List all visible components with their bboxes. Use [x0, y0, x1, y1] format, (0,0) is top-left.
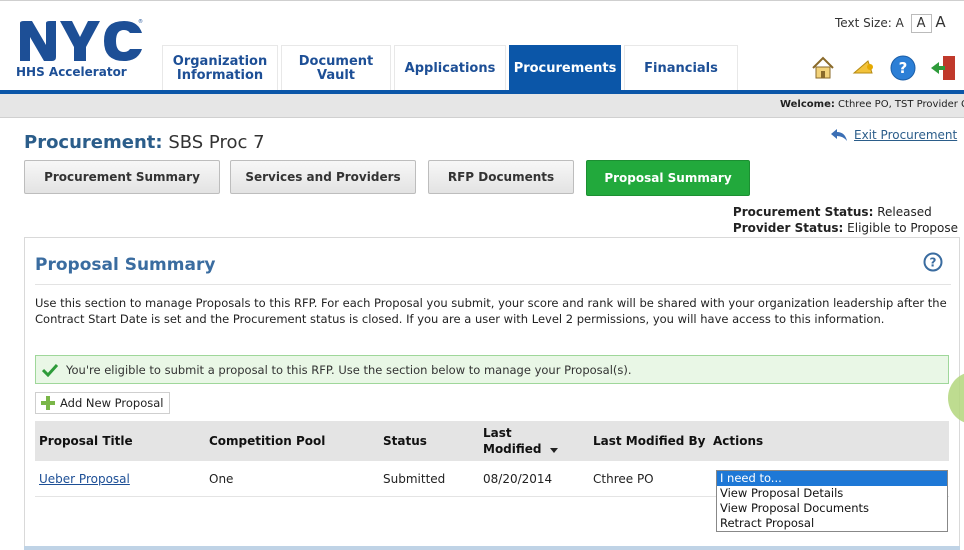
- welcome-label: Welcome:: [779, 99, 835, 110]
- provider-status-value: Eligible to Propose: [847, 221, 958, 235]
- tab-financials[interactable]: Financials: [624, 45, 738, 91]
- eligibility-message: You're eligible to submit a proposal to …: [35, 355, 949, 384]
- action-view-proposal-documents[interactable]: View Proposal Documents: [717, 501, 947, 516]
- exit-procurement-link[interactable]: Exit Procurement: [830, 128, 957, 142]
- provider-status-label: Provider Status:: [732, 221, 844, 235]
- top-header: ® HHS Accelerator Text Size: A A A Organ…: [0, 0, 964, 92]
- welcome-user: Cthree PO, TST Provider C: [838, 99, 964, 110]
- procurement-status-label: Procurement Status:: [732, 205, 874, 219]
- utility-icons: ?: [808, 53, 958, 83]
- cell-competition-pool: One: [209, 471, 234, 486]
- proposal-title-link[interactable]: Ueber Proposal: [39, 472, 130, 486]
- add-new-proposal-button[interactable]: Add New Proposal: [35, 392, 171, 414]
- col-actions: Actions: [713, 434, 764, 448]
- page-title: Procurement: SBS Proc 7: [24, 132, 265, 153]
- nyc-logo[interactable]: ® HHS Accelerator: [16, 15, 148, 85]
- text-size-medium[interactable]: A: [910, 14, 932, 33]
- logo-subtitle: HHS Accelerator: [16, 65, 127, 79]
- svg-text:?: ?: [899, 59, 908, 77]
- col-status[interactable]: Status: [383, 434, 483, 448]
- tab-applications[interactable]: Applications: [394, 45, 506, 91]
- subtab-procurement-summary[interactable]: Procurement Summary: [24, 160, 220, 194]
- col-last-modified-label: Last Modified: [483, 426, 542, 456]
- procurement-status: Procurement Status: Released: [733, 204, 958, 220]
- sort-desc-icon: [550, 448, 558, 453]
- plus-icon: [41, 396, 55, 410]
- procurement-title-value: SBS Proc 7: [168, 132, 265, 153]
- welcome-message: Welcome: Cthree PO, TST Provider C: [780, 99, 964, 110]
- tab-procurements[interactable]: Procurements: [509, 45, 621, 91]
- checkmark-icon: [42, 363, 58, 377]
- subtab-proposal-summary[interactable]: Proposal Summary: [586, 160, 750, 196]
- procurement-title-label: Procurement:: [24, 132, 163, 153]
- panel-divider: [35, 284, 951, 285]
- text-size-label: Text Size:: [835, 16, 892, 30]
- action-view-proposal-details[interactable]: View Proposal Details: [717, 486, 947, 501]
- action-retract-proposal[interactable]: Retract Proposal: [717, 516, 947, 531]
- welcome-bar: Welcome: Cthree PO, TST Provider C: [0, 94, 964, 118]
- svg-text:?: ?: [930, 256, 937, 270]
- col-competition-pool[interactable]: Competition Pool: [209, 434, 383, 448]
- megaphone-icon[interactable]: [848, 53, 878, 83]
- tab-organization-information[interactable]: Organization Information: [162, 45, 278, 91]
- panel-description: Use this section to manage Proposals to …: [35, 296, 947, 326]
- col-proposal-title[interactable]: Proposal Title: [35, 434, 209, 448]
- main-nav: Organization Information Document Vault …: [162, 45, 738, 91]
- nyc-logo-mark: ®: [18, 19, 144, 63]
- exit-procurement-label: Exit Procurement: [854, 128, 958, 142]
- text-size-large[interactable]: A: [935, 13, 945, 31]
- cell-last-modified: 08/20/2014: [483, 471, 553, 486]
- text-size-small[interactable]: A: [896, 16, 904, 30]
- logout-icon[interactable]: [928, 53, 958, 83]
- subtab-services-and-providers[interactable]: Services and Providers: [230, 160, 416, 194]
- status-info: Procurement Status: Released Provider St…: [733, 204, 958, 236]
- svg-text:®: ®: [138, 19, 143, 25]
- panel-title: Proposal Summary: [35, 255, 216, 275]
- add-new-proposal-label: Add New Proposal: [60, 396, 164, 410]
- table-header: Proposal Title Competition Pool Status L…: [35, 421, 949, 461]
- procurement-status-value: Released: [877, 205, 932, 219]
- cell-status: Submitted: [383, 471, 446, 486]
- back-arrow-icon: [831, 129, 847, 141]
- cell-last-modified-by: Cthree PO: [593, 471, 654, 486]
- text-size-control: Text Size: A A A: [835, 13, 946, 33]
- procurement-subtabs: Procurement Summary Services and Provide…: [24, 160, 750, 196]
- bottom-border: [24, 546, 960, 550]
- col-last-modified-by[interactable]: Last Modified By: [593, 434, 713, 448]
- question-icon[interactable]: ?: [923, 252, 943, 272]
- provider-status: Provider Status: Eligible to Propose: [733, 220, 958, 236]
- actions-dropdown[interactable]: I need to... View Proposal Details View …: [716, 470, 948, 532]
- help-icon[interactable]: ?: [888, 53, 918, 83]
- tab-document-vault[interactable]: Document Vault: [281, 45, 391, 91]
- home-icon[interactable]: [808, 53, 838, 83]
- subtab-rfp-documents[interactable]: RFP Documents: [428, 160, 574, 194]
- actions-dropdown-selected[interactable]: I need to...: [717, 471, 947, 486]
- eligibility-text: You're eligible to submit a proposal to …: [66, 362, 632, 377]
- col-last-modified[interactable]: Last Modified: [483, 425, 593, 457]
